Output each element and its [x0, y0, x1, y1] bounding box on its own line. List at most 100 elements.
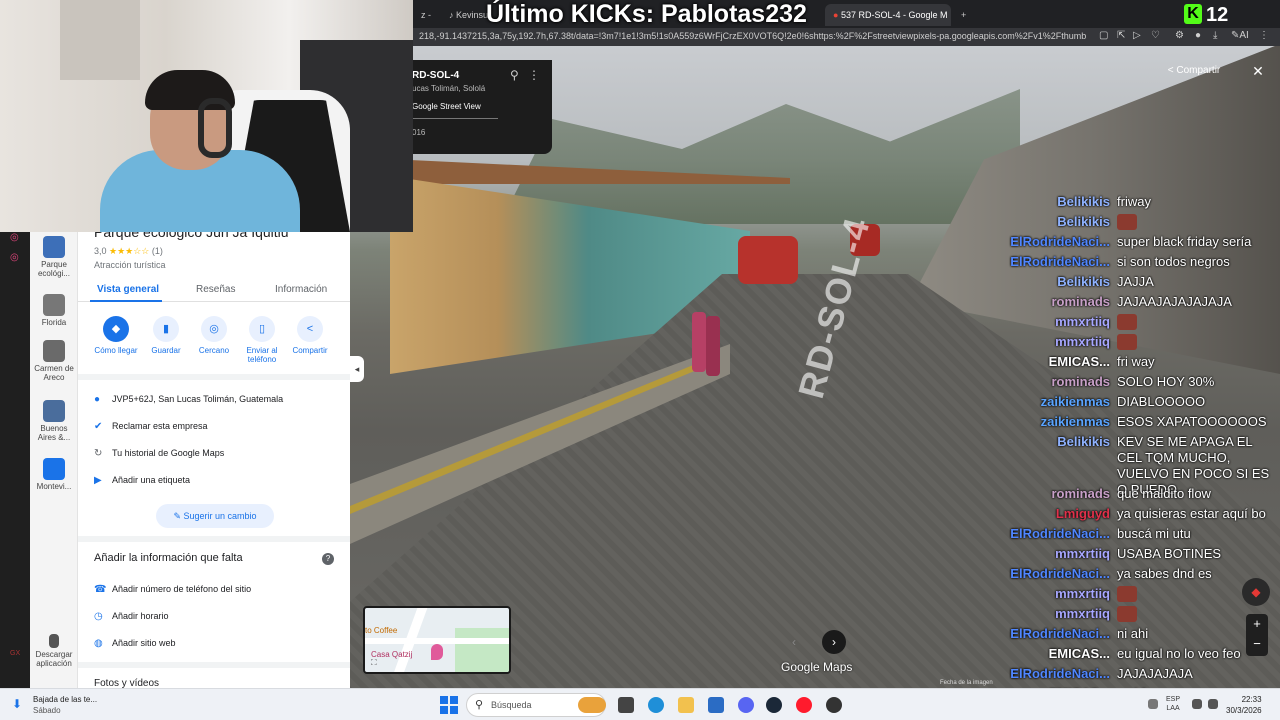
- card-source[interactable]: Google Street View: [412, 102, 481, 111]
- chat-username[interactable]: ElRodrideNaci...: [1010, 234, 1110, 250]
- discord-icon[interactable]: [738, 697, 754, 713]
- help-icon[interactable]: ?: [322, 553, 334, 565]
- favorite-icon[interactable]: ♡: [1151, 30, 1160, 41]
- share-label: Compartir: [1176, 65, 1221, 76]
- close-street-view-button[interactable]: ✕: [1248, 60, 1268, 82]
- ai-icon[interactable]: ✎AI: [1231, 30, 1249, 41]
- chat-username[interactable]: mmxrtiiq: [1055, 606, 1110, 622]
- instagram-icon[interactable]: ◎: [10, 232, 19, 243]
- add-hours-row[interactable]: ◷ Añadir horario: [94, 611, 169, 622]
- suggest-edit-button[interactable]: ✎ Sugerir un cambio: [156, 504, 274, 528]
- chat-username[interactable]: mmxrtiiq: [1055, 334, 1110, 350]
- next-arrow-button[interactable]: ›: [822, 630, 846, 654]
- chat-username[interactable]: rominads: [1051, 486, 1110, 502]
- windows-start-icon[interactable]: [440, 696, 458, 714]
- chat-username[interactable]: ElRodrideNaci...: [1010, 566, 1110, 582]
- recent-place[interactable]: Montevi...: [32, 458, 76, 491]
- chat-username[interactable]: mmxrtiiq: [1055, 314, 1110, 330]
- headset: [198, 98, 232, 158]
- mail-icon[interactable]: [708, 697, 724, 713]
- share-place-button[interactable]: < Compartir: [284, 316, 336, 355]
- chat-username[interactable]: zaikienmas: [1041, 414, 1110, 430]
- recent-place[interactable]: Carmen de Areco: [32, 340, 76, 382]
- news-widget-icon[interactable]: [578, 697, 606, 713]
- recent-place-label: Florida: [41, 318, 67, 327]
- nearby-button[interactable]: ◎ Cercano: [188, 316, 240, 355]
- chat-username[interactable]: ElRodrideNaci...: [1010, 526, 1110, 542]
- profile-icon[interactable]: ●: [1195, 30, 1201, 41]
- location-pin-icon[interactable]: ⚲: [510, 68, 519, 82]
- chat-username[interactable]: rominads: [1051, 294, 1110, 310]
- chat-username[interactable]: EMICAS...: [1049, 646, 1110, 662]
- add-label-text: Añadir una etiqueta: [112, 475, 191, 485]
- new-tab-button[interactable]: +: [953, 4, 969, 26]
- chat-username[interactable]: rominads: [1051, 374, 1110, 390]
- save-button[interactable]: ▮ Guardar: [140, 316, 192, 355]
- tab-about[interactable]: Información: [275, 284, 327, 295]
- more-options-icon[interactable]: ⋮: [528, 68, 540, 82]
- place-category[interactable]: Atracción turística: [94, 260, 166, 270]
- tab-overview[interactable]: Vista general: [97, 284, 159, 295]
- obs-icon[interactable]: [826, 697, 842, 713]
- chat-username[interactable]: ElRodrideNaci...: [1010, 626, 1110, 642]
- address-row[interactable]: ● JVP5+62J, San Lucas Tolimán, Guatemala: [94, 394, 283, 405]
- chat-text: buscá mi utu: [1117, 526, 1191, 541]
- add-phone-row[interactable]: ☎ Añadir número de teléfono del sitio: [94, 584, 251, 595]
- download-icon[interactable]: ⤓: [1213, 30, 1217, 41]
- file-explorer-icon[interactable]: [618, 697, 634, 713]
- chat-username[interactable]: Belikikis: [1057, 214, 1110, 230]
- gx-icon[interactable]: GX: [10, 650, 20, 657]
- extensions-icon[interactable]: ⚙: [1175, 30, 1184, 41]
- recent-place[interactable]: Florida: [32, 294, 76, 327]
- instagram-icon[interactable]: ◎: [10, 252, 19, 263]
- collapse-panel-button[interactable]: ◂: [350, 356, 364, 382]
- browser-tab[interactable]: z -: [413, 4, 437, 26]
- folder-icon[interactable]: [678, 697, 694, 713]
- place-tabs: Vista general Reseñas Información: [78, 280, 350, 302]
- claim-business-row[interactable]: ✔ Reclamar esta empresa: [94, 421, 208, 432]
- opera-gx-icon[interactable]: [796, 697, 812, 713]
- wifi-icon[interactable]: [1192, 699, 1202, 709]
- add-label-row[interactable]: ▶ Añadir una etiqueta: [94, 475, 190, 486]
- share-button[interactable]: < Compartir: [1154, 60, 1234, 82]
- chat-username[interactable]: EMICAS...: [1049, 354, 1110, 370]
- tray-chevron-icon[interactable]: [1148, 699, 1158, 709]
- recent-place[interactable]: Buenos Aires &...: [32, 400, 76, 442]
- chat-username[interactable]: Belikikis: [1057, 274, 1110, 290]
- chat-username[interactable]: mmxrtiiq: [1055, 586, 1110, 602]
- lang-code: ESP: [1166, 696, 1181, 703]
- edge-icon[interactable]: [648, 697, 664, 713]
- review-count[interactable]: (1): [152, 246, 163, 256]
- history-row[interactable]: ↻ Tu historial de Google Maps: [94, 448, 224, 459]
- address-bar[interactable]: 218,-91.1437215,3a,75y,192.7h,67.38t/dat…: [413, 28, 1280, 46]
- chat-text: fri way: [1117, 354, 1155, 369]
- play-icon[interactable]: ▷: [1133, 30, 1141, 41]
- chat-username[interactable]: Lmiguyd: [1056, 506, 1110, 522]
- send-to-phone-button[interactable]: ▯ Enviar al teléfono: [236, 316, 288, 364]
- previous-arrow-button[interactable]: ‹: [782, 630, 806, 654]
- steam-icon[interactable]: [766, 697, 782, 713]
- download-icon[interactable]: ⬇: [12, 697, 26, 713]
- chat-username[interactable]: mmxrtiiq: [1055, 546, 1110, 562]
- chat-username[interactable]: Belikikis: [1057, 194, 1110, 210]
- browser-tab-active[interactable]: ● 537 RD-SOL-4 - Google M: [825, 4, 951, 26]
- chat-text: JAJJA: [1117, 274, 1154, 289]
- tab-reviews[interactable]: Reseñas: [196, 284, 235, 295]
- menu-icon[interactable]: ⋮: [1259, 30, 1269, 41]
- download-app-button[interactable]: Descargar aplicación: [32, 634, 76, 668]
- chat-username[interactable]: Belikikis: [1057, 434, 1110, 450]
- notification-title[interactable]: Bajada de las te...: [33, 695, 97, 704]
- directions-button[interactable]: ◆ Cómo llegar: [90, 316, 142, 355]
- input-language[interactable]: ESP LAA: [1166, 695, 1180, 713]
- volume-icon[interactable]: [1208, 699, 1218, 709]
- add-website-row[interactable]: ◍ Añadir sitio web: [94, 638, 176, 649]
- chat-username[interactable]: zaikienmas: [1041, 394, 1110, 410]
- chat-username[interactable]: ElRodrideNaci...: [1010, 254, 1110, 270]
- bookmark-icon[interactable]: ▢: [1099, 30, 1108, 41]
- pip-icon[interactable]: ⇱: [1117, 30, 1125, 41]
- expand-icon[interactable]: ⛶: [371, 658, 377, 668]
- recent-place[interactable]: Parque ecológi...: [32, 236, 76, 278]
- system-clock[interactable]: 22:33 30/3/2026: [1226, 694, 1262, 716]
- chat-username[interactable]: ElRodrideNaci...: [1010, 666, 1110, 682]
- mini-map[interactable]: to Coffee Casa Qatzij ⛶: [363, 606, 511, 674]
